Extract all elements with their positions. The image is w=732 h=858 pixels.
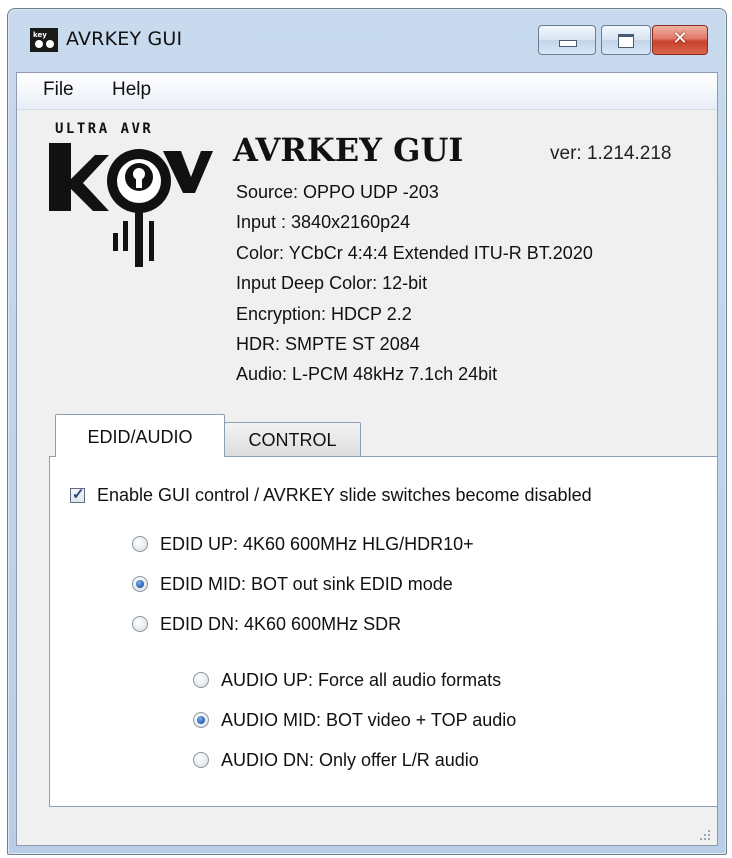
audio-up-radio[interactable] bbox=[193, 672, 209, 688]
minimize-icon bbox=[559, 40, 577, 47]
avrkey-logo: ULTRA AVR bbox=[43, 121, 213, 271]
audio-up-option[interactable]: AUDIO UP: Force all audio formats bbox=[193, 665, 501, 695]
key-logo-icon bbox=[49, 143, 213, 267]
input-info: Input : 3840x2160p24 bbox=[236, 212, 411, 233]
edid-up-option[interactable]: EDID UP: 4K60 600MHz HLG/HDR10+ bbox=[132, 529, 474, 559]
menu-bar: File Help bbox=[17, 73, 717, 110]
audio-mid-label: AUDIO MID: BOT video + TOP audio bbox=[221, 709, 517, 730]
enable-gui-control-label: Enable GUI control / AVRKEY slide switch… bbox=[97, 484, 592, 505]
window-title: AVRKEY GUI bbox=[66, 28, 183, 50]
menu-file[interactable]: File bbox=[43, 79, 74, 101]
audio-mid-option[interactable]: AUDIO MID: BOT video + TOP audio bbox=[193, 705, 516, 735]
audio-dn-radio[interactable] bbox=[193, 752, 209, 768]
edid-up-label: EDID UP: 4K60 600MHz HLG/HDR10+ bbox=[160, 533, 474, 554]
audio-up-label: AUDIO UP: Force all audio formats bbox=[221, 669, 502, 690]
edid-dn-label: EDID DN: 4K60 600MHz SDR bbox=[160, 613, 402, 634]
maximize-icon bbox=[618, 34, 634, 48]
encryption-info: Encryption: HDCP 2.2 bbox=[236, 303, 412, 324]
edid-mid-radio[interactable] bbox=[132, 576, 148, 592]
minimize-button[interactable] bbox=[538, 25, 596, 55]
edid-dn-radio[interactable] bbox=[132, 616, 148, 632]
audio-info: Audio: L-PCM 48kHz 7.1ch 24bit bbox=[236, 364, 498, 385]
resize-grip-icon[interactable] bbox=[697, 827, 711, 841]
edid-dn-option[interactable]: EDID DN: 4K60 600MHz SDR bbox=[132, 609, 401, 639]
edid-audio-panel: ✓ Enable GUI control / AVRKEY slide swit… bbox=[49, 456, 718, 807]
maximize-button[interactable] bbox=[601, 25, 651, 55]
svg-text:key: key bbox=[33, 31, 47, 39]
color-info: Color: YCbCr 4:4:4 Extended ITU-R BT.202… bbox=[236, 242, 593, 263]
edid-mid-label: EDID MID: BOT out sink EDID mode bbox=[160, 573, 453, 594]
checkmark-icon: ✓ bbox=[72, 485, 85, 503]
status-info: Source: OPPO UDP -203 Input : 3840x2160p… bbox=[236, 177, 593, 390]
title-bar[interactable]: key AVRKEY GUI ✕ bbox=[8, 9, 726, 73]
version-label: ver: 1.214.218 bbox=[550, 143, 672, 164]
app-title: AVRKEY GUI bbox=[233, 131, 464, 169]
edid-mid-option[interactable]: EDID MID: BOT out sink EDID mode bbox=[132, 569, 453, 599]
tab-control[interactable]: CONTROL bbox=[224, 422, 361, 457]
close-button[interactable]: ✕ bbox=[652, 25, 708, 55]
enable-gui-control-row[interactable]: ✓ Enable GUI control / AVRKEY slide swit… bbox=[70, 480, 592, 510]
audio-mid-radio[interactable] bbox=[193, 712, 209, 728]
close-icon: ✕ bbox=[672, 28, 688, 49]
source-info: Source: OPPO UDP -203 bbox=[236, 182, 439, 202]
app-icon: key bbox=[30, 28, 58, 52]
app-window: key AVRKEY GUI ✕ File Help ULTRA AVR AVR… bbox=[7, 8, 727, 855]
edid-up-radio[interactable] bbox=[132, 536, 148, 552]
hdr-info: HDR: SMPTE ST 2084 bbox=[236, 334, 420, 355]
enable-gui-control-checkbox[interactable]: ✓ bbox=[70, 485, 85, 503]
menu-help[interactable]: Help bbox=[112, 79, 151, 101]
deep-color-info: Input Deep Color: 12-bit bbox=[236, 273, 428, 294]
tab-edid-audio[interactable]: EDID/AUDIO bbox=[55, 414, 225, 457]
audio-dn-label: AUDIO DN: Only offer L/R audio bbox=[221, 749, 479, 770]
client-area: File Help ULTRA AVR AVRKEY GUI ver: 1.21… bbox=[16, 72, 718, 846]
audio-dn-option[interactable]: AUDIO DN: Only offer L/R audio bbox=[193, 745, 479, 775]
